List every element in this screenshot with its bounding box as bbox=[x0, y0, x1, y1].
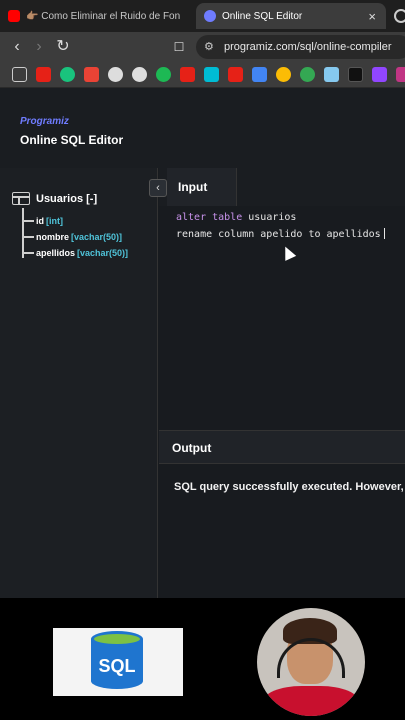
column-type: [int] bbox=[46, 216, 63, 226]
youtube-icon-2[interactable] bbox=[180, 67, 195, 82]
video-overlay: SQL bbox=[0, 598, 405, 720]
back-icon[interactable]: ‹ bbox=[8, 38, 26, 56]
text-caret bbox=[383, 228, 385, 239]
code-text: usuarios bbox=[242, 212, 297, 223]
tab-input[interactable]: Input bbox=[167, 168, 237, 206]
programiz-icon bbox=[204, 10, 216, 22]
code-line-2: rename column apelido to apellidos bbox=[176, 228, 405, 244]
page-title: Online SQL Editor bbox=[20, 133, 124, 147]
browser-nav-bar: ‹ › ↻ ☐ ⚙ programiz.com/sql/online-compi… bbox=[0, 32, 405, 62]
drive-icon[interactable] bbox=[252, 67, 267, 82]
site-info-icon[interactable]: ⚙ bbox=[204, 40, 218, 54]
sql-logo-card: SQL bbox=[53, 628, 183, 696]
column-name: id bbox=[36, 216, 44, 226]
youtube-icon-3[interactable] bbox=[228, 67, 243, 82]
tiktok-icon[interactable] bbox=[348, 67, 363, 82]
schema-sidebar: Usuarios [-] id [int] nombre [vachar(50)… bbox=[0, 168, 158, 598]
code-line-1: alter table usuarios bbox=[176, 212, 405, 228]
column-type: [vachar(50)] bbox=[71, 232, 123, 242]
github-icon-2[interactable] bbox=[132, 67, 147, 82]
database-icon: SQL bbox=[91, 631, 143, 693]
column-nombre: nombre [vachar(50)] bbox=[24, 232, 122, 242]
forward-icon[interactable]: › bbox=[30, 38, 48, 56]
chrome-icon[interactable] bbox=[300, 67, 315, 82]
browser-tab-bar: 👉🏽 Como Eliminar el Ruido de Fon Online … bbox=[0, 0, 405, 32]
output-panel: SQL query successfully executed. However… bbox=[159, 464, 405, 598]
sql-code-editor[interactable]: alter table usuarios rename column apeli… bbox=[159, 206, 405, 432]
output-header: Output bbox=[159, 430, 405, 464]
address-bar[interactable]: ⚙ programiz.com/sql/online-compiler bbox=[196, 35, 405, 59]
webcam-feed bbox=[257, 608, 365, 716]
url-text: programiz.com/sql/online-compiler bbox=[224, 41, 392, 53]
gmail-icon[interactable] bbox=[84, 67, 99, 82]
column-id: id [int] bbox=[24, 216, 63, 226]
browser-tab-youtube[interactable]: 👉🏽 Como Eliminar el Ruido de Fon bbox=[8, 3, 188, 29]
tab-title: 👉🏽 Como Eliminar el Ruido de Fon bbox=[26, 10, 181, 22]
close-tab-icon[interactable]: × bbox=[368, 9, 376, 24]
code-keyword: alter table bbox=[176, 212, 243, 223]
table-icon bbox=[12, 192, 30, 205]
youtube-icon[interactable] bbox=[36, 67, 51, 82]
collapse-sidebar-button[interactable]: ‹ bbox=[149, 179, 167, 197]
spotify-icon[interactable] bbox=[156, 67, 171, 82]
column-name: nombre bbox=[36, 232, 70, 242]
twitch-icon[interactable] bbox=[372, 67, 387, 82]
new-tab-icon[interactable] bbox=[394, 9, 405, 23]
bookmarks-bar bbox=[0, 62, 405, 88]
input-tab-bar: Input bbox=[159, 168, 405, 206]
photos-icon[interactable] bbox=[276, 67, 291, 82]
vimeo-icon[interactable] bbox=[324, 67, 339, 82]
programiz-logo[interactable]: Programiz bbox=[20, 116, 69, 127]
column-name: apellidos bbox=[36, 248, 76, 258]
youtube-icon bbox=[8, 10, 20, 22]
column-type: [vachar(50)] bbox=[77, 248, 129, 258]
sql-logo-text: SQL bbox=[98, 656, 136, 676]
chatgpt-icon[interactable] bbox=[60, 67, 75, 82]
github-icon[interactable] bbox=[108, 67, 123, 82]
sql-editor-app: Programiz Online SQL Editor Usuarios [-]… bbox=[0, 88, 405, 598]
browser-tab-sql-editor[interactable]: Online SQL Editor × bbox=[196, 3, 386, 29]
table-usuarios[interactable]: Usuarios [-] bbox=[12, 192, 97, 205]
tab-title: Online SQL Editor bbox=[222, 10, 303, 22]
apps-grid-icon[interactable] bbox=[12, 67, 27, 82]
reload-icon[interactable]: ↻ bbox=[54, 38, 72, 56]
table-label: Usuarios [-] bbox=[36, 192, 98, 205]
hubspot-icon[interactable] bbox=[204, 67, 219, 82]
code-text: rename column apelido to apellidos bbox=[176, 229, 381, 240]
output-message: SQL query successfully executed. However… bbox=[174, 481, 405, 493]
instagram-icon[interactable] bbox=[396, 67, 405, 82]
bookmark-star-icon[interactable]: ☐ bbox=[170, 38, 188, 56]
column-apellidos: apellidos [vachar(50)] bbox=[24, 248, 128, 258]
app-header: Programiz Online SQL Editor bbox=[0, 88, 405, 168]
